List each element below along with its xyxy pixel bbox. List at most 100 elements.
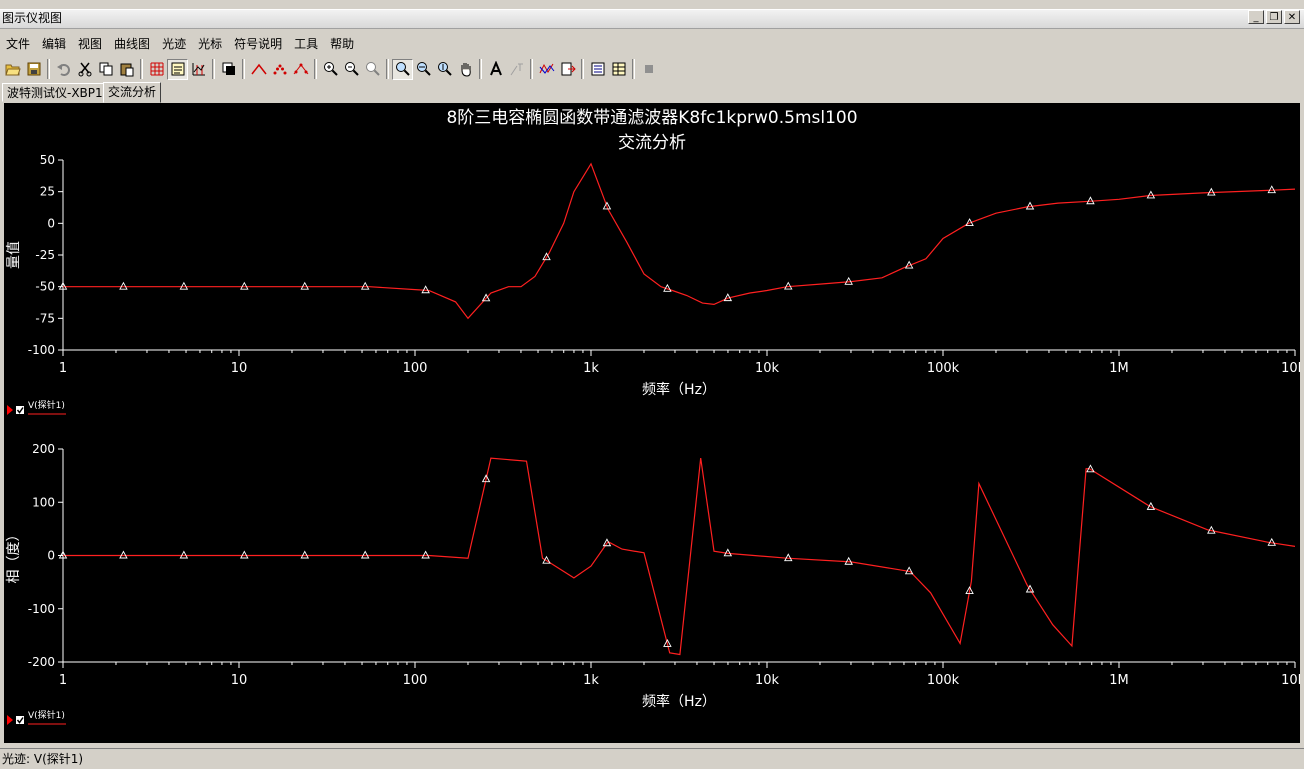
tab-bode-plotter[interactable]: 波特测试仪-XBP1 xyxy=(2,83,108,102)
menu-graph[interactable]: 曲线图 xyxy=(108,34,156,54)
show-markers-icon[interactable] xyxy=(269,59,290,80)
zoom-y-icon[interactable] xyxy=(434,59,455,80)
toolbar-separator xyxy=(632,59,635,79)
x-tick-label: 1k xyxy=(583,673,599,688)
data-marker[interactable] xyxy=(119,281,128,290)
table-icon[interactable] xyxy=(608,59,629,80)
data-marker[interactable] xyxy=(240,281,249,290)
series-line[interactable] xyxy=(63,162,1296,320)
menu-edit[interactable]: 编辑 xyxy=(36,34,72,54)
y-tick-label: -50 xyxy=(35,280,55,294)
menu-trace[interactable]: 光迹 xyxy=(156,34,192,54)
save-icon[interactable] xyxy=(23,59,44,80)
x-tick-label: 1M xyxy=(1109,673,1129,688)
series-line[interactable] xyxy=(63,457,1296,656)
magnitude-graph[interactable]: 1 10 100 1k 10k 100k 1M 10M 50 25 0 -25 -50 -75 -100 频率… xyxy=(6,153,1300,415)
menu-bar: 文件 编辑 视图 曲线图 光迹 光标 符号说明 工具 帮助 xyxy=(0,33,1304,55)
data-marker[interactable] xyxy=(179,550,189,559)
stop-icon[interactable] xyxy=(638,59,659,80)
minimize-button[interactable]: _ xyxy=(1248,10,1264,24)
data-marker[interactable] xyxy=(119,550,128,559)
tab-ac-analysis[interactable]: 交流分析 xyxy=(103,82,162,103)
menu-file[interactable]: 文件 xyxy=(0,34,36,54)
window-title: 图示仪视图 xyxy=(2,11,63,25)
data-marker[interactable] xyxy=(784,553,793,562)
invert-colors-icon[interactable] xyxy=(218,59,239,80)
paste-icon[interactable] xyxy=(116,59,137,80)
plot-area[interactable]: 8阶三电容椭圆函数带通滤波器K8fc1kprw0.5msl100 交流分析 1 1… xyxy=(4,103,1300,743)
y-tick-label: 25 xyxy=(40,185,55,199)
open-icon[interactable] xyxy=(2,59,23,80)
y-tick-label: 100 xyxy=(32,495,55,509)
plot-canvas[interactable]: 8阶三电容椭圆函数带通滤波器K8fc1kprw0.5msl100 交流分析 1 1… xyxy=(4,103,1300,743)
copy-icon[interactable] xyxy=(95,59,116,80)
undo-icon[interactable] xyxy=(53,59,74,80)
show-both-icon[interactable] xyxy=(290,59,311,80)
data-marker[interactable] xyxy=(421,550,430,559)
x-tick-label: 10k xyxy=(755,673,780,688)
overlay-icon[interactable] xyxy=(536,59,557,80)
toolbar-separator xyxy=(581,59,584,79)
data-marker[interactable] xyxy=(421,285,430,294)
data-marker[interactable] xyxy=(1207,187,1216,196)
legend-label: V(探针1) xyxy=(28,399,65,411)
x-tick-label: 100 xyxy=(403,361,428,376)
marker-label-icon[interactable] xyxy=(506,59,527,80)
legend-icon[interactable] xyxy=(167,58,188,80)
x-tick-label: 10k xyxy=(755,361,780,376)
menu-legend[interactable]: 符号说明 xyxy=(228,34,288,54)
zoom-x-icon[interactable] xyxy=(413,59,434,80)
data-marker[interactable] xyxy=(1086,196,1095,205)
data-marker[interactable] xyxy=(360,550,370,559)
grid-icon[interactable] xyxy=(146,59,167,80)
status-bar: 光迹: V(探针1) xyxy=(0,748,1304,769)
x-tick-label: 100k xyxy=(927,673,960,688)
data-marker[interactable] xyxy=(179,281,189,290)
x-tick-label: 100k xyxy=(927,361,960,376)
x-axis-label: 频率（Hz） xyxy=(642,693,716,710)
menu-cursor[interactable]: 光标 xyxy=(192,34,228,54)
toolbar xyxy=(0,57,1304,81)
legend-label: V(探针1) xyxy=(28,709,65,721)
data-marker[interactable] xyxy=(360,281,370,290)
x-tick-label: 10 xyxy=(231,361,248,376)
toolbar-separator xyxy=(479,59,482,79)
data-marker[interactable] xyxy=(300,550,310,559)
zoom-out-icon[interactable] xyxy=(341,59,362,80)
zoom-area-icon[interactable] xyxy=(392,58,413,80)
properties-icon[interactable] xyxy=(587,59,608,80)
text-icon[interactable] xyxy=(485,59,506,80)
menu-view[interactable]: 视图 xyxy=(72,34,108,54)
legend-arrow-icon xyxy=(7,405,13,415)
x-tick-label: 10M xyxy=(1281,673,1300,688)
data-marker[interactable] xyxy=(1267,185,1277,194)
zoom-in-icon[interactable] xyxy=(320,59,341,80)
plot-subtitle: 交流分析 xyxy=(618,133,686,153)
phase-graph[interactable]: 1 10 100 1k 10k 100k 1M 10M 200 100 0 -100 -200 频率（Hz… xyxy=(6,442,1300,725)
data-marker[interactable] xyxy=(240,550,249,559)
data-marker[interactable] xyxy=(844,556,853,565)
cut-icon[interactable] xyxy=(74,59,95,80)
y-tick-label: -200 xyxy=(28,655,55,669)
cursor-icon[interactable] xyxy=(188,59,209,80)
data-marker[interactable] xyxy=(300,281,310,290)
export-icon[interactable] xyxy=(557,59,578,80)
zoom-full-icon[interactable] xyxy=(362,59,383,80)
restore-button[interactable]: ❐ xyxy=(1266,10,1282,24)
toolbar-separator xyxy=(140,59,143,79)
x-axis-label: 频率（Hz） xyxy=(642,381,716,398)
close-button[interactable]: ✕ xyxy=(1284,10,1300,24)
window-controls: _ ❐ ✕ xyxy=(1248,10,1300,24)
menu-tools[interactable]: 工具 xyxy=(288,34,324,54)
menu-help[interactable]: 帮助 xyxy=(324,34,360,54)
toolbar-separator xyxy=(212,59,215,79)
pan-icon[interactable] xyxy=(455,59,476,80)
x-tick-label: 1 xyxy=(59,673,67,688)
show-lines-icon[interactable] xyxy=(248,59,269,80)
x-tick-label: 1 xyxy=(59,361,67,376)
toolbar-separator xyxy=(47,59,50,79)
toolbar-separator xyxy=(386,59,389,79)
data-marker[interactable] xyxy=(1146,190,1156,199)
plot-title: 8阶三电容椭圆函数带通滤波器K8fc1kprw0.5msl100 xyxy=(446,108,857,128)
status-text: 光迹: V(探针1) xyxy=(2,752,84,766)
